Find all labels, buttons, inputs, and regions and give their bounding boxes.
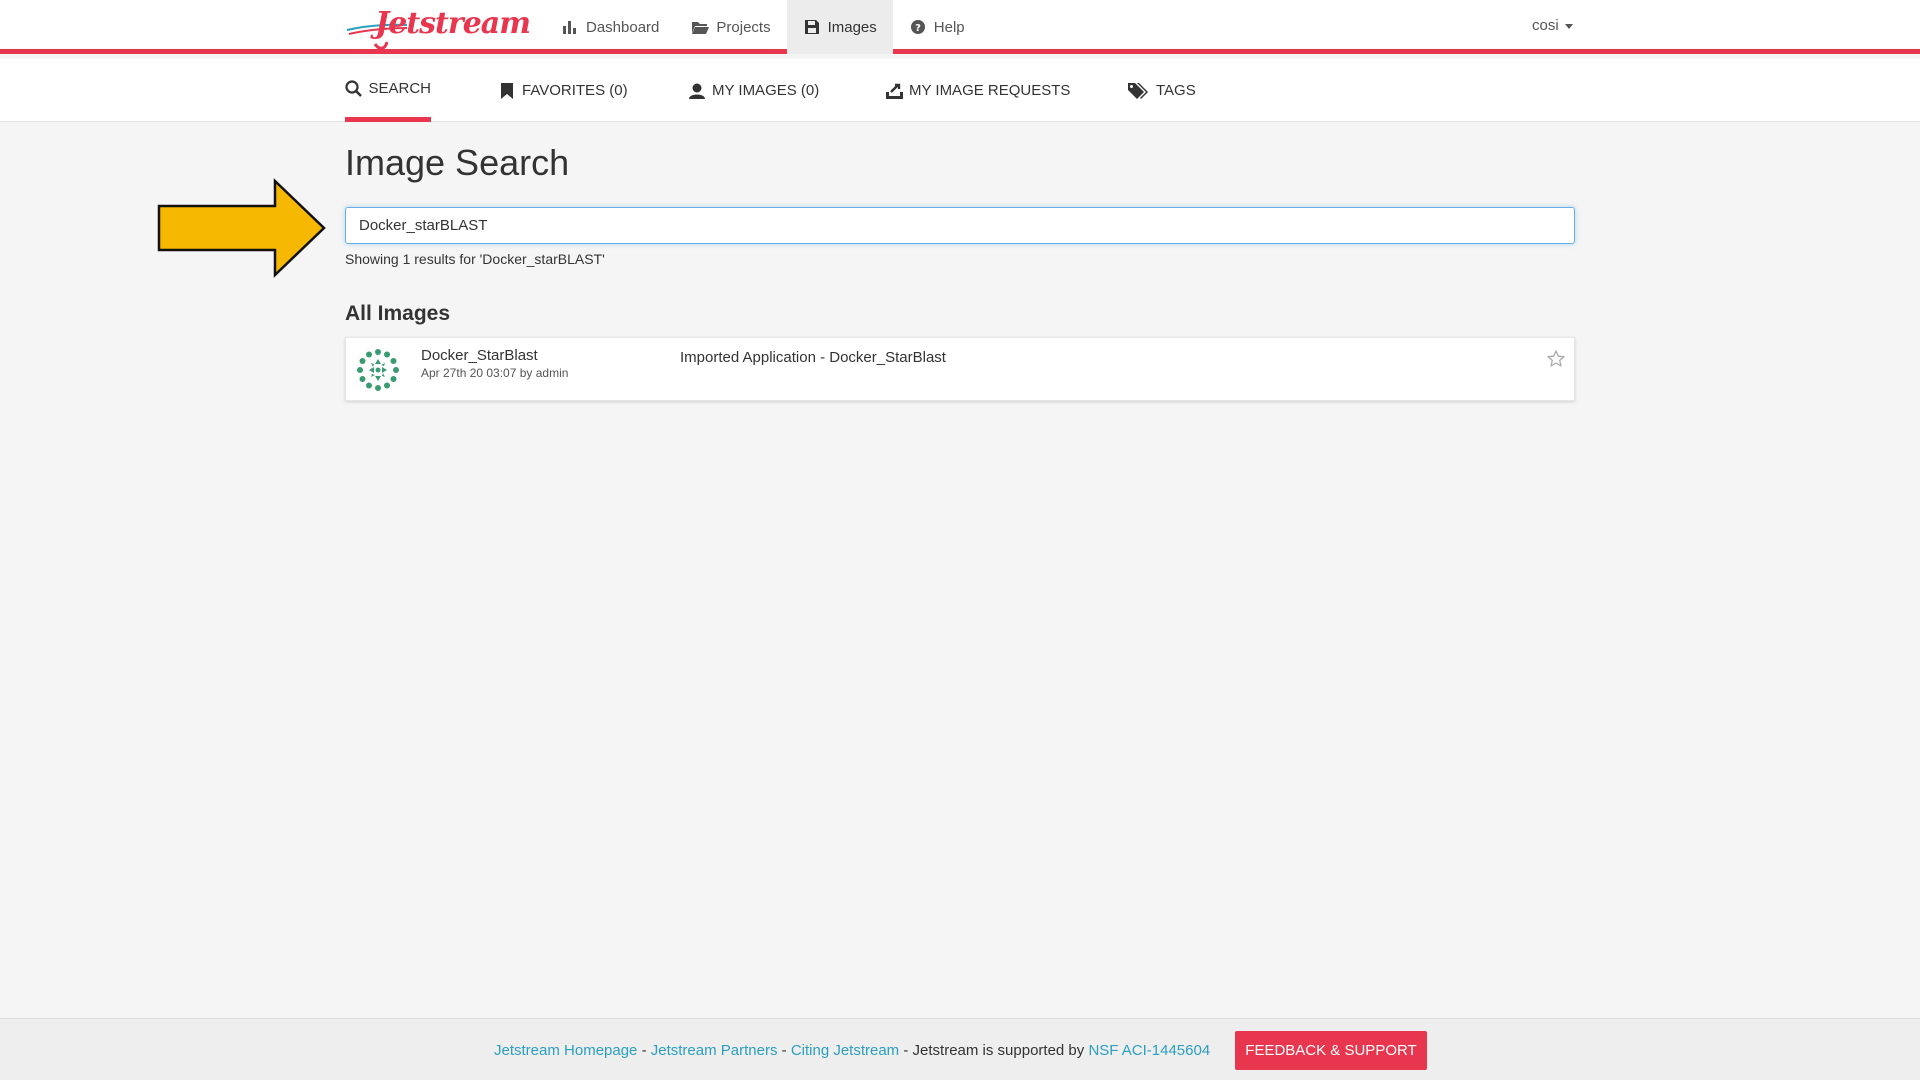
nav-images-label: Images [827,18,877,36]
footer-link-partners[interactable]: Jetstream Partners [651,1042,778,1059]
floppy-disk-icon [803,19,821,35]
favorite-star-icon[interactable] [1546,349,1566,369]
logo-text: Jetstream [375,6,531,41]
footer-link-citing[interactable]: Citing Jetstream [791,1042,899,1059]
bookmark-icon [498,82,516,100]
footer-separator: - [637,1042,651,1059]
image-list-item[interactable]: Docker_StarBlast Apr 27th 20 03:07 by ad… [345,337,1575,401]
nav-help-label: Help [933,18,965,36]
all-images-heading: All Images [345,302,451,325]
tab-my-images-label: MY IMAGES (0) [712,82,820,99]
results-count-text: Showing 1 results for 'Docker_starBLAST' [345,251,605,267]
tab-my-images[interactable]: MY IMAGES (0) [688,59,819,122]
tab-favorites-label: FAVORITES (0) [522,82,628,99]
image-search-input[interactable] [345,207,1575,244]
top-navbar: Jetstream Dashboard Projects Images ? He… [0,0,1920,54]
footer-links: Jetstream Homepage - Jetstream Partners … [494,1042,1210,1059]
tab-favorites[interactable]: FAVORITES (0) [498,59,628,122]
page-title: Image Search [345,142,570,183]
user-menu[interactable]: cosi [1532,17,1573,34]
jetstream-logo[interactable]: Jetstream [345,4,531,52]
footer-link-nsf[interactable]: NSF ACI-1445604 [1088,1042,1210,1059]
image-request-icon [885,82,903,100]
image-meta: Apr 27th 20 03:07 by admin [421,366,569,380]
user-icon [688,82,706,100]
tab-search[interactable]: SEARCH [345,59,431,122]
footer-link-homepage[interactable]: Jetstream Homepage [494,1042,637,1059]
images-subnav: SEARCH FAVORITES (0) MY IMAGES (0) MY IM… [0,59,1920,122]
page-footer: Jetstream Homepage - Jetstream Partners … [0,1018,1920,1080]
chevron-down-icon [1564,23,1573,29]
nav-projects[interactable]: Projects [675,0,786,54]
nav-dashboard-label: Dashboard [586,18,660,36]
user-name: cosi [1532,17,1559,34]
main-nav: Dashboard Projects Images ? Help [545,0,981,54]
nav-images[interactable]: Images [786,0,893,54]
nav-help[interactable]: ? Help [893,0,981,54]
nav-projects-label: Projects [716,18,771,36]
bar-chart-icon [561,19,579,35]
nav-dashboard[interactable]: Dashboard [545,0,675,54]
footer-supported-text: - Jetstream is supported by [899,1042,1089,1059]
search-icon [345,79,363,97]
arrow-pointer-icon [157,178,326,278]
tab-search-label: SEARCH [368,79,431,97]
folder-open-icon [691,19,709,35]
tab-my-image-requests-label: MY IMAGE REQUESTS [909,82,1071,99]
tab-my-image-requests[interactable]: MY IMAGE REQUESTS [885,59,1070,122]
svg-text:?: ? [915,23,921,34]
tab-tags-label: TAGS [1156,82,1196,99]
tags-icon [1128,82,1150,100]
image-avatar-icon [357,349,399,391]
image-name: Docker_StarBlast [421,347,538,364]
feedback-support-button[interactable]: FEEDBACK & SUPPORT [1235,1031,1427,1070]
footer-separator: - [777,1042,791,1059]
tab-tags[interactable]: TAGS [1128,59,1196,122]
question-circle-icon: ? [909,19,927,35]
image-description: Imported Application - Docker_StarBlast [680,349,946,366]
